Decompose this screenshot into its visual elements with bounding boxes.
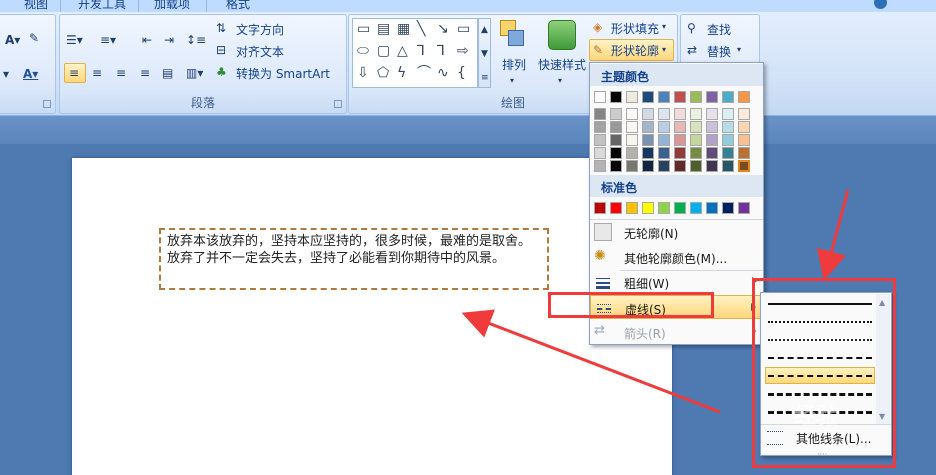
annotation-arrows <box>461 189 850 414</box>
arrow-to-textbox <box>461 309 721 414</box>
arrow-to-submenu <box>816 189 850 281</box>
